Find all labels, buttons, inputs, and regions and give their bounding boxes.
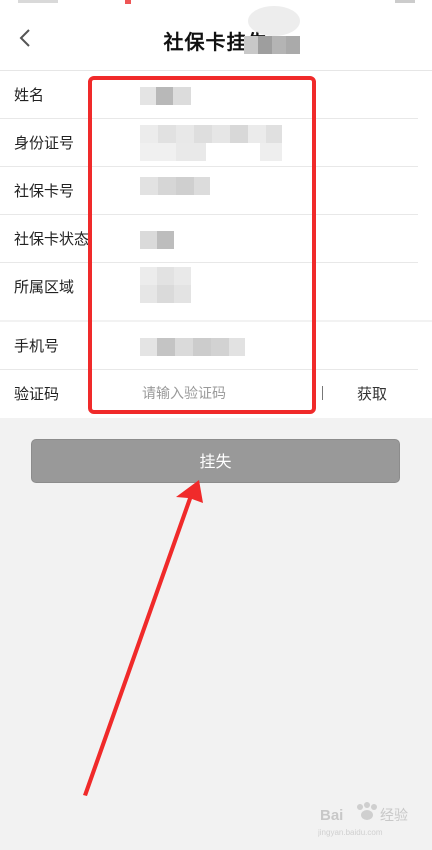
field-label: 身份证号 (14, 134, 75, 152)
blurred-region (248, 6, 300, 36)
status-battery-icon (395, 0, 415, 3)
paw-icon: Bai 经验 jingyan.baidu.com (317, 802, 408, 837)
field-label: 手机号 (14, 337, 60, 355)
status-indicator-icon (125, 0, 131, 4)
field-row-code: 验证码 获取 (0, 370, 432, 418)
status-signal-icon (18, 0, 58, 3)
field-row-card-number: 社保卡号 (0, 167, 432, 215)
field-row-region: 所属区域 (0, 263, 432, 311)
blurred-region (244, 36, 300, 54)
field-label: 社保卡状态 (14, 230, 90, 248)
field-label: 社保卡号 (14, 182, 75, 200)
field-label: 姓名 (14, 86, 45, 104)
verification-section: 手机号 验证码 获取 (0, 322, 432, 418)
field-row-card-status: 社保卡状态 (0, 215, 432, 263)
svg-text:经验: 经验 (380, 808, 408, 824)
svg-text:Bai: Bai (320, 807, 343, 824)
field-label: 验证码 (14, 385, 60, 403)
field-label: 所属区域 (14, 278, 75, 296)
verification-code-input[interactable] (140, 378, 319, 410)
get-code-button[interactable]: 获取 (350, 382, 394, 406)
field-row-name: 姓名 (0, 71, 432, 119)
page-title: 社保卡挂失 (163, 30, 269, 54)
baidu-watermark-logo: Bai 经验 jingyan.baidu.com (317, 800, 418, 840)
divider (322, 386, 323, 400)
page: 社保卡挂失 姓名 身份证号 社保卡号 社保卡状态 所属区域 手机号 验证码 请输… (0, 0, 432, 850)
card-info-section: 姓名 身份证号 社保卡号 社保卡状态 所属区域 (0, 71, 432, 320)
field-row-phone: 手机号 (0, 322, 432, 370)
svg-text:jingyan.baidu.com: jingyan.baidu.com (318, 828, 383, 837)
report-loss-button[interactable]: 挂失 (31, 439, 400, 483)
nav-bar: 社保卡挂失 (0, 6, 432, 71)
field-row-id-number: 身份证号 (0, 119, 432, 167)
